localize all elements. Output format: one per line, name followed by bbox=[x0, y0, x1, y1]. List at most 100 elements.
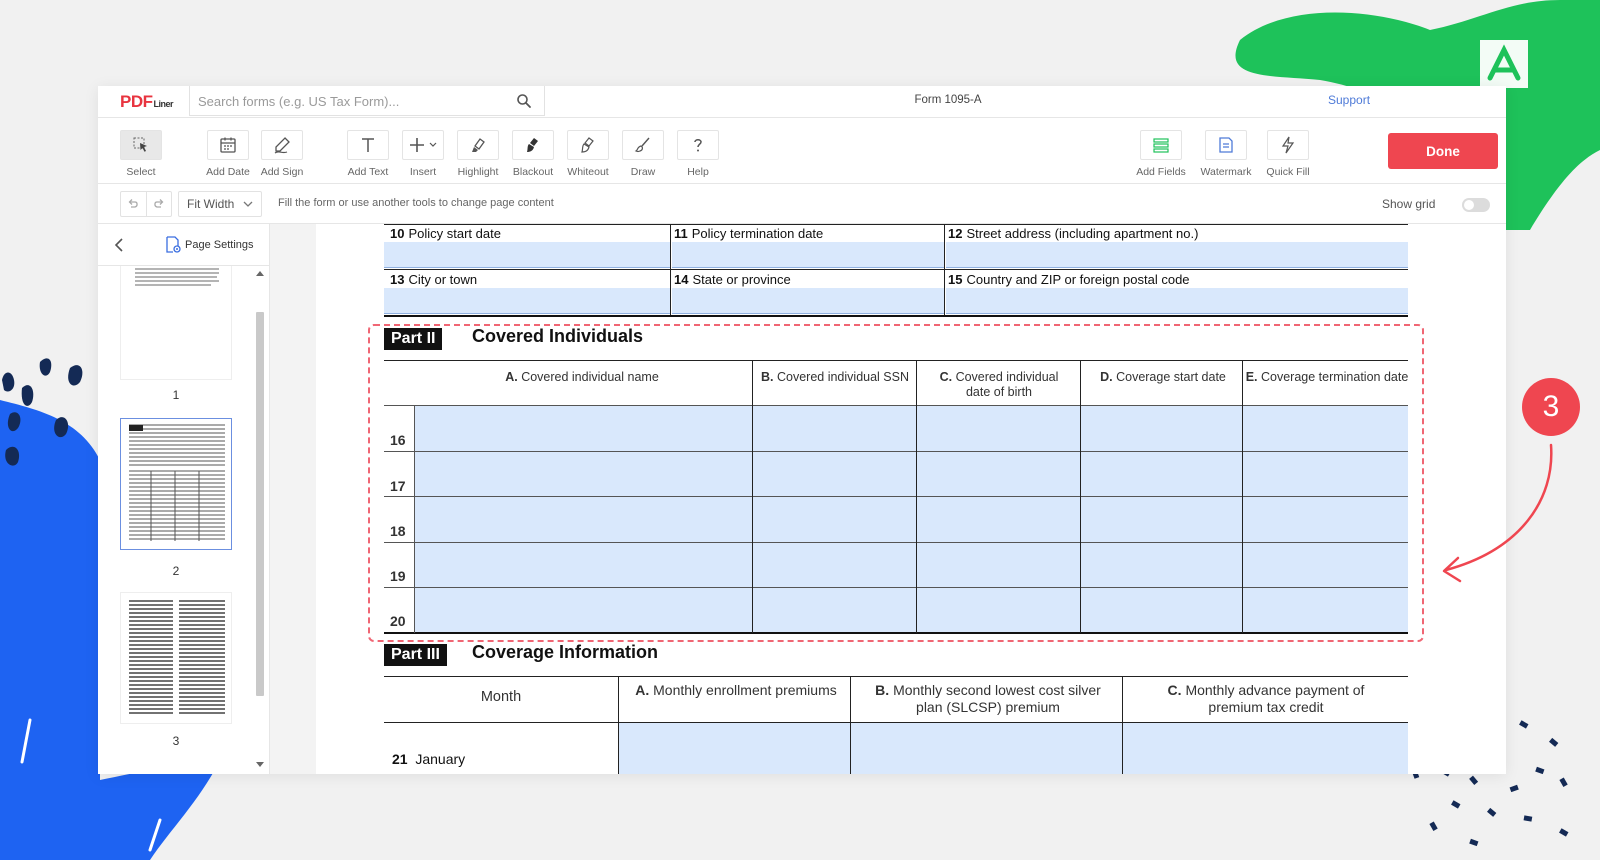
add-date-label: Add Date bbox=[206, 166, 250, 178]
zoom-select[interactable]: Fit Width bbox=[178, 191, 262, 217]
redo-button[interactable] bbox=[145, 192, 172, 216]
part-3-tag: Part III bbox=[384, 644, 447, 666]
form-rule bbox=[384, 269, 1408, 270]
page-thumbnail-1[interactable] bbox=[120, 266, 232, 380]
form-rule bbox=[384, 405, 1408, 406]
row-21-label: 21 January bbox=[392, 751, 466, 767]
page-thumbnail-2[interactable] bbox=[120, 418, 232, 550]
search-input[interactable] bbox=[198, 92, 498, 110]
part-2-title: Covered Individuals bbox=[472, 326, 644, 346]
watermark-icon bbox=[1219, 137, 1233, 153]
policy-start-date-field[interactable] bbox=[384, 242, 670, 268]
support-link[interactable]: Support bbox=[1328, 93, 1370, 107]
policy-termination-date-field[interactable] bbox=[672, 242, 944, 268]
january-slcsp-field[interactable] bbox=[851, 723, 1122, 774]
scroll-up-icon[interactable] bbox=[256, 270, 264, 276]
form-page: 10 Policy start date 11 Policy termination… bbox=[316, 224, 1506, 774]
form-rule bbox=[384, 224, 1408, 225]
form-rule bbox=[414, 406, 415, 633]
watermark-label: Watermark bbox=[1200, 166, 1252, 178]
covered-individuals-grid[interactable] bbox=[414, 406, 1408, 632]
select-label: Select bbox=[126, 166, 156, 178]
blackout-brush-icon bbox=[527, 138, 538, 152]
add-text-tool[interactable]: Add Text bbox=[340, 130, 396, 178]
form-rule bbox=[916, 360, 917, 633]
highlight-label: Highlight bbox=[457, 166, 499, 178]
quick-fill-tool[interactable]: Quick Fill bbox=[1260, 130, 1316, 178]
brush-icon bbox=[634, 137, 650, 153]
add-fields-tool[interactable]: Add Fields bbox=[1133, 130, 1189, 178]
sidebar-scrollbar[interactable] bbox=[254, 266, 266, 774]
whiteout-label: Whiteout bbox=[567, 166, 609, 178]
search-icon[interactable] bbox=[516, 93, 532, 109]
col-header-start: D. Coverage start date bbox=[1100, 370, 1226, 384]
january-enrollment-field[interactable] bbox=[619, 723, 850, 774]
sub-toolbar: Fit Width Fill the form or use another t… bbox=[98, 184, 1506, 224]
pdfliner-logo[interactable]: PDFLiner bbox=[120, 92, 174, 112]
collapse-sidebar-icon[interactable] bbox=[114, 238, 124, 252]
state-field[interactable] bbox=[672, 288, 944, 314]
fields-icon bbox=[1153, 138, 1169, 153]
form-rule bbox=[384, 360, 1408, 361]
blackout-tool[interactable]: Blackout bbox=[505, 130, 561, 178]
question-icon bbox=[694, 139, 702, 152]
form-rule bbox=[944, 270, 945, 315]
january-aptc-field[interactable] bbox=[1123, 723, 1408, 774]
form-rule bbox=[384, 587, 1408, 588]
row-number: 19 bbox=[390, 568, 406, 584]
show-grid-toggle[interactable] bbox=[1462, 198, 1490, 212]
row-number: 16 bbox=[390, 432, 406, 448]
show-grid-label: Show grid bbox=[1382, 197, 1436, 211]
draw-label: Draw bbox=[630, 166, 656, 178]
col-header-dob: C. Covered individual date of birth bbox=[939, 370, 1059, 399]
part-3-title: Coverage Information bbox=[472, 642, 659, 662]
add-sign-tool[interactable]: Add Sign bbox=[254, 130, 310, 178]
page-settings-button[interactable]: Page Settings bbox=[164, 236, 254, 254]
page-thumbnail-3[interactable] bbox=[120, 592, 232, 724]
country-zip-label: 15 Country and ZIP or foreign postal code bbox=[948, 272, 1190, 287]
page-sidebar: Page Settings 1 2 3 bbox=[98, 224, 270, 774]
row-number: 18 bbox=[390, 523, 406, 539]
col-header-enrollment: A. Monthly enrollment premiums bbox=[635, 682, 837, 698]
help-tool[interactable]: Help bbox=[670, 130, 726, 178]
state-label: 14 State or province bbox=[674, 272, 791, 287]
watermark-tool[interactable]: Watermark bbox=[1198, 130, 1254, 178]
country-zip-field[interactable] bbox=[946, 288, 1408, 314]
row-number: 20 bbox=[390, 613, 406, 629]
form-rule bbox=[752, 360, 753, 633]
city-label: 13 City or town bbox=[390, 272, 478, 287]
page-number-2: 2 bbox=[172, 564, 180, 578]
scrollbar-thumb[interactable] bbox=[256, 312, 264, 696]
whiteout-brush-icon bbox=[581, 137, 594, 153]
part-2-tag: Part II bbox=[384, 328, 443, 350]
form-rule bbox=[944, 224, 945, 269]
top-bar: PDFLiner Form 1095-A Support bbox=[98, 86, 1506, 118]
city-field[interactable] bbox=[384, 288, 670, 314]
search-box bbox=[189, 86, 545, 116]
editor-window: PDFLiner Form 1095-A Support Select Add … bbox=[98, 86, 1506, 774]
street-address-field[interactable] bbox=[946, 242, 1408, 268]
col-header-end: E. Coverage termination date bbox=[1245, 370, 1409, 384]
lightning-icon bbox=[1281, 136, 1295, 154]
zoom-value: Fit Width bbox=[187, 197, 235, 211]
whiteout-tool[interactable]: Whiteout bbox=[560, 130, 616, 178]
col-header-aptc: C. Monthly advance payment of premium tax… bbox=[1167, 682, 1365, 715]
row-number: 17 bbox=[390, 478, 406, 494]
undo-button[interactable] bbox=[121, 192, 146, 216]
done-button[interactable]: Done bbox=[1388, 133, 1498, 169]
add-fields-label: Add Fields bbox=[1136, 166, 1186, 178]
form-rule bbox=[384, 676, 1408, 677]
col-header-ssn: B. Covered individual SSN bbox=[761, 370, 909, 384]
scroll-down-icon[interactable] bbox=[256, 762, 264, 768]
form-rule bbox=[670, 224, 671, 269]
add-date-tool[interactable]: Add Date bbox=[200, 130, 256, 178]
insert-tool[interactable]: Insert bbox=[395, 130, 451, 178]
plus-icon bbox=[410, 138, 437, 152]
highlight-tool[interactable]: Highlight bbox=[450, 130, 506, 178]
help-label: Help bbox=[687, 166, 709, 178]
select-tool[interactable]: Select bbox=[113, 130, 169, 178]
quick-fill-label: Quick Fill bbox=[1266, 166, 1310, 178]
page-preview-3 bbox=[129, 600, 225, 714]
draw-tool[interactable]: Draw bbox=[615, 130, 671, 178]
page-preview-2 bbox=[129, 424, 225, 541]
